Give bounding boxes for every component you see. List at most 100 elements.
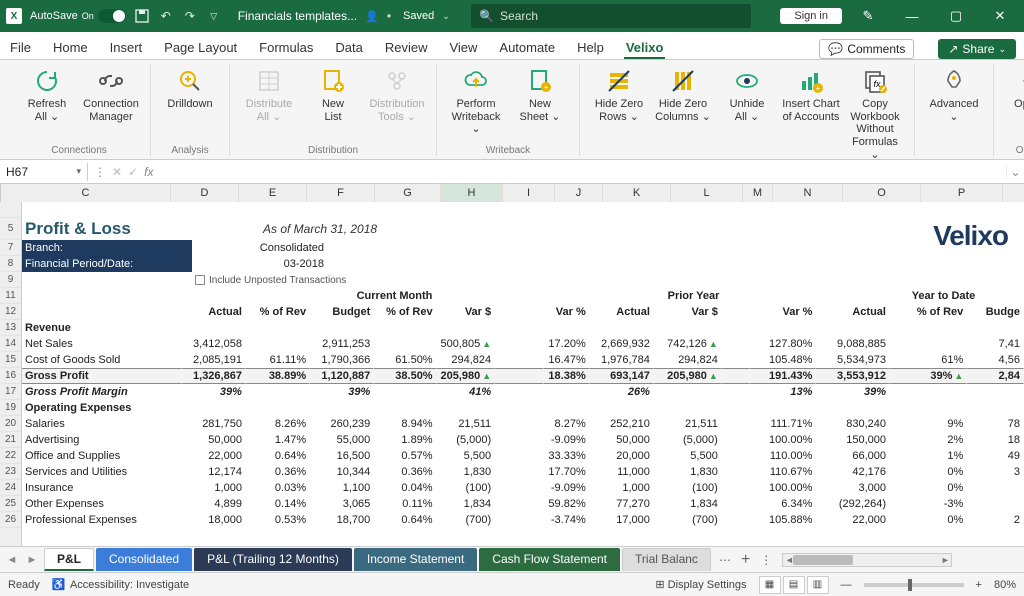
row-header[interactable]: 5	[0, 218, 21, 240]
data-cell[interactable]: 17,000	[590, 512, 654, 528]
data-cell[interactable]: 66,000	[816, 448, 890, 464]
branch-value[interactable]: Consolidated	[192, 240, 328, 256]
data-cell[interactable]: 59.82%	[544, 496, 589, 512]
sheet-tab-consolidated[interactable]: Consolidated	[96, 548, 192, 571]
data-cell[interactable]	[246, 336, 310, 352]
data-cell[interactable]: 6.34%	[750, 496, 816, 512]
menu-tab-help[interactable]: Help	[575, 36, 606, 59]
data-cell[interactable]: 252,210	[590, 416, 654, 432]
data-cell[interactable]: 191.43%	[750, 368, 816, 384]
data-cell[interactable]: 1,834	[654, 496, 722, 512]
ribbon-new-sheet[interactable]: +NewSheet ⌄	[509, 64, 571, 138]
data-cell[interactable]: 38.50%	[374, 368, 436, 384]
cell[interactable]: As of March 31, 2018	[260, 218, 560, 240]
col-header-I[interactable]: I	[503, 184, 555, 202]
col-header-P[interactable]: P	[921, 184, 1003, 202]
col-header-F[interactable]: F	[307, 184, 375, 202]
data-cell[interactable]: 205,980 ▲	[654, 368, 722, 384]
pagelayout-view-button[interactable]: ▤	[783, 576, 805, 594]
data-cell[interactable]: (700)	[654, 512, 722, 528]
maximize-button[interactable]: ▢	[938, 0, 974, 32]
data-cell[interactable]: 39%	[310, 384, 374, 400]
data-cell[interactable]: 39% ▲	[890, 368, 967, 384]
data-cell[interactable]: (700)	[437, 512, 496, 528]
row-header[interactable]: 16	[0, 368, 21, 384]
cell[interactable]: Profit & Loss	[22, 218, 192, 240]
col-header-C[interactable]: C	[1, 184, 171, 202]
row-header[interactable]: 9	[0, 272, 21, 288]
display-settings-button[interactable]: ⊞ Display Settings	[655, 578, 746, 591]
data-cell[interactable]: 3,065	[310, 496, 374, 512]
data-cell[interactable]: 2,085,191	[182, 352, 246, 368]
row-header[interactable]: 7	[0, 240, 21, 256]
data-cell[interactable]	[495, 432, 544, 448]
col-header-O[interactable]: O	[843, 184, 921, 202]
data-cell[interactable]	[722, 384, 751, 400]
data-cell[interactable]: 3	[967, 464, 1024, 480]
sheet-tab-p-l[interactable]: P&L	[44, 548, 94, 571]
data-cell[interactable]: 33.33%	[544, 448, 589, 464]
data-cell[interactable]: 281,750	[182, 416, 246, 432]
col-header-G[interactable]: G	[375, 184, 441, 202]
data-cell[interactable]: 8.26%	[246, 416, 310, 432]
data-cell[interactable]: 9,088,885	[816, 336, 890, 352]
col-header-E[interactable]: E	[239, 184, 307, 202]
data-cell[interactable]: 127.80%	[750, 336, 816, 352]
data-cell[interactable]	[890, 384, 967, 400]
data-cell[interactable]: 1,000	[590, 480, 654, 496]
ribbon-new-list[interactable]: NewList	[302, 64, 364, 125]
data-cell[interactable]	[654, 384, 722, 400]
data-cell[interactable]	[722, 496, 751, 512]
data-cell[interactable]: 12,174	[182, 464, 246, 480]
data-cell[interactable]: 1%	[890, 448, 967, 464]
tabs-menu-icon[interactable]: ⋮	[760, 553, 772, 567]
data-cell[interactable]: (5,000)	[654, 432, 722, 448]
data-cell[interactable]	[374, 384, 436, 400]
data-cell[interactable]: 39%	[182, 384, 246, 400]
row-label[interactable]: Net Sales	[22, 336, 182, 352]
row-header[interactable]	[0, 202, 21, 218]
menu-tab-review[interactable]: Review	[383, 36, 430, 59]
data-cell[interactable]: 0.53%	[246, 512, 310, 528]
row-label[interactable]: Operating Expenses	[22, 400, 192, 416]
checkbox-icon[interactable]	[195, 275, 205, 285]
data-cell[interactable]: 16.47%	[544, 352, 589, 368]
sign-in-button[interactable]: Sign in	[780, 8, 842, 24]
data-cell[interactable]: 2,911,253	[310, 336, 374, 352]
data-cell[interactable]	[722, 480, 751, 496]
sheet-tab-p-l-trailing-12-months-[interactable]: P&L (Trailing 12 Months)	[194, 548, 352, 571]
data-cell[interactable]: 1,834	[437, 496, 496, 512]
formula-input[interactable]	[159, 160, 1006, 183]
horizontal-scrollbar[interactable]: ◄ ►	[782, 553, 952, 567]
new-sheet-button[interactable]: +	[741, 551, 750, 569]
data-cell[interactable]	[890, 336, 967, 352]
data-cell[interactable]: 22,000	[182, 448, 246, 464]
data-cell[interactable]: 0.36%	[246, 464, 310, 480]
row-header[interactable]: 23	[0, 464, 21, 480]
row-label[interactable]: Gross Profit Margin	[22, 384, 182, 400]
row-label[interactable]: Insurance	[22, 480, 182, 496]
data-cell[interactable]: 1,830	[654, 464, 722, 480]
data-cell[interactable]: 1,120,887	[310, 368, 374, 384]
data-cell[interactable]: 742,126 ▲	[654, 336, 722, 352]
data-cell[interactable]: 55,000	[310, 432, 374, 448]
menu-tab-file[interactable]: File	[8, 36, 33, 59]
data-cell[interactable]: 11,000	[590, 464, 654, 480]
data-cell[interactable]: 1,326,867	[182, 368, 246, 384]
ribbon-hide-zero-columns[interactable]: Hide ZeroColumns ⌄	[652, 64, 714, 163]
data-cell[interactable]	[967, 480, 1024, 496]
row-header[interactable]: 11	[0, 288, 21, 304]
data-cell[interactable]	[722, 464, 751, 480]
data-cell[interactable]	[495, 336, 544, 352]
toggle-switch-icon[interactable]	[98, 9, 126, 23]
data-cell[interactable]: 10,344	[310, 464, 374, 480]
data-cell[interactable]	[495, 352, 544, 368]
data-cell[interactable]: 3,553,912	[816, 368, 890, 384]
data-cell[interactable]	[967, 496, 1024, 512]
data-cell[interactable]: 1,976,784	[590, 352, 654, 368]
ribbon-connection-manager[interactable]: ConnectionManager	[80, 64, 142, 125]
data-cell[interactable]: 21,511	[437, 416, 496, 432]
data-cell[interactable]	[722, 336, 751, 352]
data-cell[interactable]: 2%	[890, 432, 967, 448]
data-cell[interactable]: 26%	[590, 384, 654, 400]
